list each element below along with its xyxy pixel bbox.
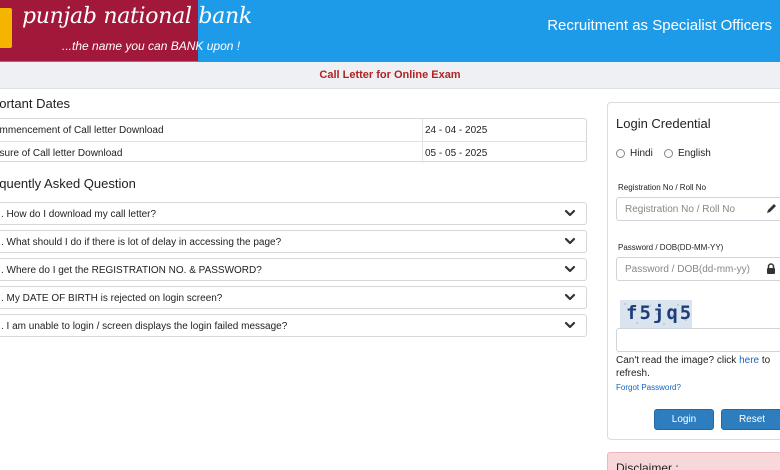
faq-item[interactable]: . Where do I get the REGISTRATION NO. & … xyxy=(0,258,587,281)
bank-name: punjab national bank xyxy=(22,4,252,29)
login-title: Login Credential xyxy=(616,116,711,131)
faq-question: . I am unable to login / screen displays… xyxy=(1,321,288,332)
registration-input[interactable] xyxy=(616,197,780,221)
table-row: osure of Call letter Download 05 - 05 - … xyxy=(0,141,586,163)
faq-item[interactable]: . I am unable to login / screen displays… xyxy=(0,314,587,337)
date-label: osure of Call letter Download xyxy=(0,148,123,159)
logo-mark-icon xyxy=(0,8,12,48)
captcha-image: f5jq5 xyxy=(620,300,692,328)
faq-question: . Where do I get the REGISTRATION NO. & … xyxy=(1,265,262,276)
captcha-refresh-hint: Can't read the image? click here to refr… xyxy=(616,354,780,380)
faq-question: . My DATE OF BIRTH is rejected on login … xyxy=(1,293,223,304)
site-header: punjab national bank ...the name you can… xyxy=(0,0,780,62)
faq-item[interactable]: . What should I do if there is lot of de… xyxy=(0,230,587,253)
important-dates-heading: portant Dates xyxy=(0,96,71,111)
date-label: ommencement of Call letter Download xyxy=(0,125,164,136)
date-value: 05 - 05 - 2025 xyxy=(425,148,488,159)
login-button[interactable]: Login xyxy=(654,409,714,430)
faq-heading: equently Asked Question xyxy=(0,176,136,191)
faq-question: . What should I do if there is lot of de… xyxy=(1,237,282,248)
chevron-down-icon[interactable] xyxy=(564,320,576,330)
chevron-down-icon[interactable] xyxy=(564,236,576,246)
reset-button[interactable]: Reset xyxy=(721,409,780,430)
registration-label: Registration No / Roll No xyxy=(618,183,707,192)
date-value: 24 - 04 - 2025 xyxy=(425,125,488,136)
captcha-input[interactable] xyxy=(616,328,780,352)
page-title: Recruitment as Specialist Officers xyxy=(547,17,772,34)
english-radio-label[interactable]: English xyxy=(678,148,711,159)
bank-tagline: ...the name you can BANK upon ! xyxy=(62,39,241,53)
captcha-refresh-link[interactable]: here xyxy=(739,355,759,366)
chevron-down-icon[interactable] xyxy=(564,292,576,302)
bank-logo[interactable]: punjab national bank ...the name you can… xyxy=(0,0,252,61)
lock-icon xyxy=(767,263,775,274)
hindi-radio-label[interactable]: Hindi xyxy=(630,148,653,159)
faq-item[interactable]: . How do I download my call letter? xyxy=(0,202,587,225)
pencil-icon xyxy=(767,204,776,213)
important-dates-table: ommencement of Call letter Download 24 -… xyxy=(0,118,587,163)
password-input[interactable] xyxy=(616,257,780,281)
hindi-radio[interactable] xyxy=(616,149,625,158)
faq-question: . How do I download my call letter? xyxy=(1,209,157,220)
english-radio[interactable] xyxy=(664,149,673,158)
captcha-text: f5jq5 xyxy=(626,302,692,324)
chevron-down-icon[interactable] xyxy=(564,208,576,218)
refresh-prefix: Can't read the image? click xyxy=(616,355,740,366)
disclaimer-title: Disclaimer : xyxy=(616,461,679,470)
login-panel: Login Credential Hindi English Registrat… xyxy=(607,102,780,440)
subheader-title: Call Letter for Online Exam xyxy=(319,69,461,81)
password-label: Password / DOB(DD-MM-YY) xyxy=(618,243,724,252)
table-row: ommencement of Call letter Download 24 -… xyxy=(0,119,586,141)
forgot-password-link[interactable]: Forgot Password? xyxy=(616,383,681,392)
disclaimer-box: Disclaimer : xyxy=(607,452,780,470)
subheader-bar: Call Letter for Online Exam xyxy=(0,62,780,89)
faq-item[interactable]: . My DATE OF BIRTH is rejected on login … xyxy=(0,286,587,309)
chevron-down-icon[interactable] xyxy=(564,264,576,274)
